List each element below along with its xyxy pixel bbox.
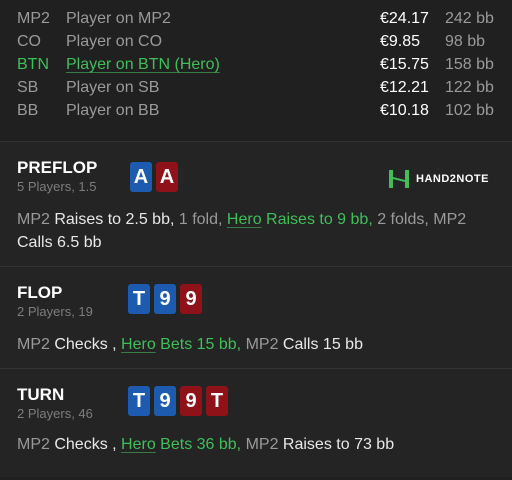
player-stack-bb: 122 bb	[445, 79, 494, 96]
street-actions: MP2 Raises to 2.5 bb, 1 fold, Hero Raise…	[17, 208, 497, 254]
player-row-bb: BB Player on BB €10.18 102 bb	[0, 100, 512, 123]
player-name[interactable]: Player on CO	[66, 33, 162, 51]
card: A	[130, 162, 152, 192]
hero-action-text: Bets 15 bb,	[155, 336, 242, 353]
hero-link[interactable]: Hero	[227, 211, 262, 228]
street-actions: MP2 Checks , Hero Bets 36 bb, MP2 Raises…	[17, 433, 497, 456]
action-text: 1 fold,	[174, 211, 227, 228]
board-cards: T 9 9	[128, 284, 202, 314]
player-name[interactable]: Player on MP2	[66, 10, 171, 28]
action-player: MP2	[241, 436, 283, 453]
action-text: Checks ,	[49, 336, 122, 353]
card: 9	[180, 284, 202, 314]
player-row-co: CO Player on CO €9.85 98 bb	[0, 31, 512, 54]
player-row-mp2: MP2 Player on MP2 €24.17 242 bb	[0, 8, 512, 31]
street-title: FLOP	[17, 283, 63, 302]
player-position: BB	[17, 102, 39, 119]
card: 9	[180, 386, 202, 416]
card: T	[128, 386, 150, 416]
player-stack-bb: 242 bb	[445, 10, 494, 27]
player-position: MP2	[17, 10, 50, 27]
hero-link[interactable]: Hero	[121, 436, 156, 453]
action-player: MP2	[241, 336, 283, 353]
street-subtitle: 2 Players, 19	[17, 304, 93, 319]
card: T	[206, 386, 228, 416]
street-subtitle: 2 Players, 46	[17, 406, 93, 421]
street-subtitle: 5 Players, 1.5	[17, 179, 97, 194]
action-text: Raises to 2.5 bb,	[49, 211, 175, 228]
action-text: Raises to 73 bb	[282, 436, 395, 453]
player-position: SB	[17, 79, 39, 96]
action-text: Calls 6.5 bb	[17, 234, 102, 251]
hand2note-logo: HAND2NOTE	[388, 168, 489, 190]
player-name[interactable]: Player on BTN (Hero)	[66, 56, 220, 74]
players-table: MP2 Player on MP2 €24.17 242 bb CO Playe…	[0, 0, 512, 141]
player-row-sb: SB Player on SB €12.21 122 bb	[0, 77, 512, 100]
action-text: Calls 15 bb	[282, 336, 363, 353]
player-name[interactable]: Player on BB	[66, 102, 159, 120]
hero-action-text: Raises to 9 bb,	[261, 211, 373, 228]
street-actions: MP2 Checks , Hero Bets 15 bb, MP2 Calls …	[17, 333, 497, 356]
action-text: Checks ,	[49, 436, 122, 453]
player-stack-bb: 102 bb	[445, 102, 494, 119]
street-preflop: PREFLOP 5 Players, 1.5 A A HAND2NOTE MP2…	[0, 141, 512, 266]
card: A	[156, 162, 178, 192]
player-stack: €9.85	[380, 33, 421, 50]
player-name[interactable]: Player on SB	[66, 79, 159, 97]
street-title: TURN	[17, 385, 65, 404]
action-player: MP2	[17, 436, 50, 453]
player-stack: €24.17	[380, 10, 429, 27]
player-position: CO	[17, 33, 41, 50]
hero-link[interactable]: Hero	[121, 336, 156, 353]
hero-hole-cards: A A	[130, 162, 178, 192]
player-stack-bb: 158 bb	[445, 56, 494, 73]
player-stack-bb: 98 bb	[445, 33, 486, 50]
hero-action-text: Bets 36 bb,	[155, 436, 242, 453]
action-player: MP2	[17, 336, 50, 353]
action-player: MP2	[17, 211, 50, 228]
logo-text: HAND2NOTE	[416, 173, 489, 185]
player-position: BTN	[17, 56, 49, 73]
hand2note-logo-icon	[389, 170, 409, 188]
player-stack: €15.75	[380, 56, 429, 73]
player-stack: €10.18	[380, 102, 429, 119]
street-flop: FLOP 2 Players, 19 T 9 9 MP2 Checks , He…	[0, 266, 512, 368]
action-text: 2 folds, MP2	[372, 211, 467, 228]
card: 9	[154, 284, 176, 314]
card: 9	[154, 386, 176, 416]
street-turn: TURN 2 Players, 46 T 9 9 T MP2 Checks , …	[0, 368, 512, 477]
street-title: PREFLOP	[17, 158, 98, 177]
player-row-btn-hero: BTN Player on BTN (Hero) €15.75 158 bb	[0, 54, 512, 77]
player-stack: €12.21	[380, 79, 429, 96]
card: T	[128, 284, 150, 314]
board-cards: T 9 9 T	[128, 386, 228, 416]
